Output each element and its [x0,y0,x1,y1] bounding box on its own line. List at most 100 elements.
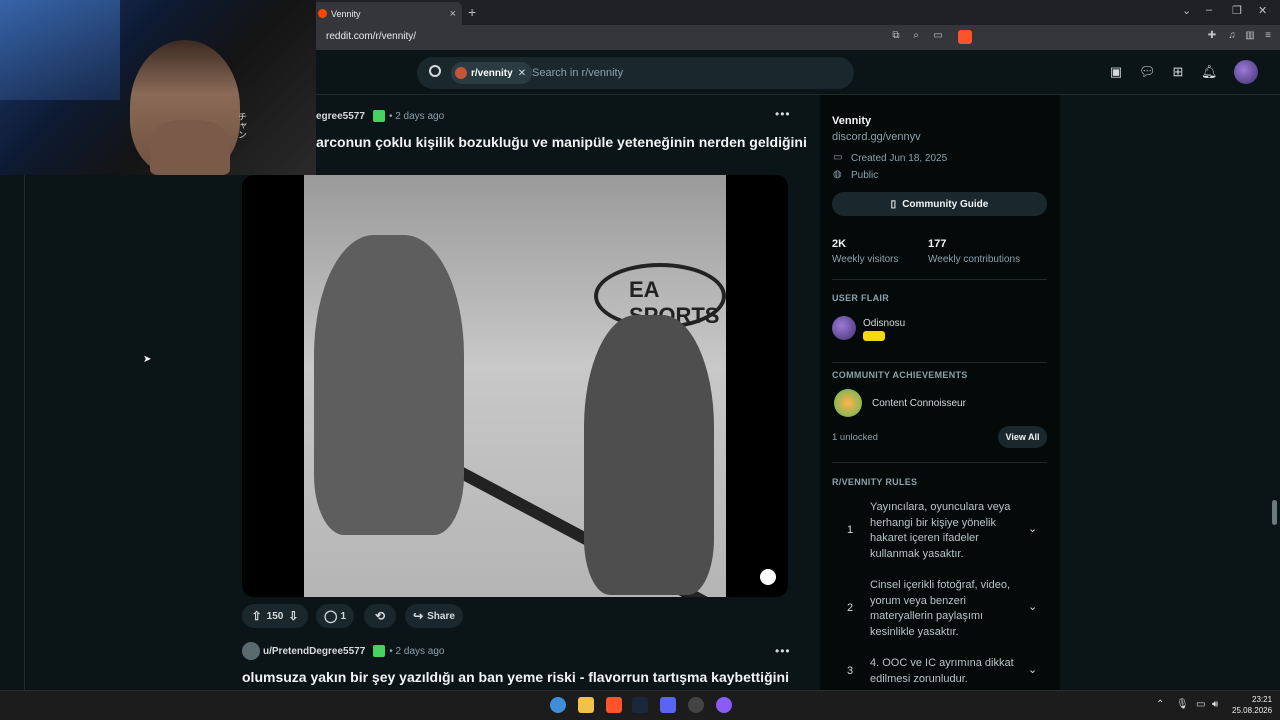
flair-username[interactable]: Odisnosu [863,318,905,329]
upvote-icon[interactable]: ⇧ [252,609,262,623]
discord-icon[interactable] [660,697,676,713]
new-tab-icon[interactable]: + [468,4,476,20]
user-flair-icon [372,110,385,122]
vote-count: 150 [266,610,284,622]
rule-item[interactable]: 3 4. OOC ve IC ayrımına dikkat edilmesi … [832,655,1047,690]
volume-icon[interactable]: 🔊︎ [1212,699,1218,710]
tab-close-icon[interactable]: × [450,8,456,20]
background-poster [0,0,120,100]
browser-tab[interactable]: Vennity × [312,2,462,25]
downvote-icon[interactable]: ⇩ [288,609,298,623]
user-avatar[interactable] [1234,60,1258,84]
post-author-avatar[interactable] [242,642,260,660]
comment-count: 1 [340,610,346,622]
scrollbar-thumb[interactable] [1272,500,1277,525]
post-title[interactable]: olumsuza yakın bir şey yazıldığı an ban … [242,669,789,685]
chevron-down-icon[interactable]: ⌄ [1028,663,1037,676]
extensions-icon[interactable]: ✚ [1206,30,1218,42]
rule-text: 4. OOC ve IC ayrımına dikkat edilmesi zo… [870,657,1014,685]
crosspost-button[interactable]: ⟲ [364,604,396,628]
mouse-cursor-icon: ➤ [143,354,152,365]
chevron-down-icon[interactable]: ⌄ [1028,600,1037,613]
achievement-icon [834,389,862,417]
media-icon[interactable]: ♫ [1226,30,1238,42]
post-video[interactable]: EA SPORTS [242,175,788,597]
subreddit-chip[interactable]: r/vennity ✕ [451,62,533,84]
tab-title: Vennity [331,8,361,19]
rule-number: 3 [847,665,854,677]
search-app-icon[interactable] [550,697,566,713]
minimize-icon[interactable]: – [1206,4,1212,16]
create-post-icon[interactable]: ⊞ [1170,64,1186,80]
clock-time: 23:21 [1252,695,1273,704]
tab-list-icon[interactable]: ⌄ [1182,4,1191,17]
poster-text: チャン [237,112,247,139]
video-frame: EA SPORTS [304,175,726,597]
translate-icon[interactable]: ⧉ [890,30,902,42]
discord-link[interactable]: discord.gg/vennyv [832,131,921,143]
vote-bar: ⇧ 150 ⇩ [242,604,308,628]
post-more-icon[interactable]: ••• [775,644,791,658]
webcam-overlay: チャン [0,0,316,175]
subreddit-chip-label: r/vennity [471,67,513,79]
zoom-icon[interactable]: ⌕ [910,30,922,42]
rule-item[interactable]: 2 Cinsel içerikli fotoğraf, video, yorum… [832,577,1047,647]
post-author[interactable]: u/PretendDegree5577 [263,646,365,657]
post-meta: u/PretendDegree5577 • 2 days ago [263,645,445,657]
community-guide-button[interactable]: ▯ Community Guide [832,192,1047,216]
fighter-right [584,315,714,595]
post-author[interactable]: egree5577 [316,111,365,122]
share-button[interactable]: ↪ Share [405,604,463,628]
flair-badge-icon [863,331,885,341]
flair-avatar [832,316,856,340]
crosspost-icon: ⟲ [374,609,386,623]
tray-overflow-icon[interactable]: ⌃ [1156,699,1164,710]
stat-label: Weekly visitors [832,254,899,265]
sidebar-toggle-icon[interactable]: ▥ [1244,30,1256,42]
view-all-button[interactable]: View All [998,426,1047,448]
file-explorer-icon[interactable] [578,697,594,713]
stat-value: 2K [832,238,847,250]
achievement-name: Content Connoisseur [872,398,966,409]
left-divider [24,175,25,690]
reddit-favicon-icon [318,9,327,18]
comments-button[interactable]: ◯ 1 [316,604,354,628]
stat-label: Weekly contributions [928,254,1021,265]
community-guide-label: Community Guide [902,198,989,210]
community-name: Vennity [832,115,872,127]
mute-icon[interactable] [760,569,776,585]
post-more-icon[interactable]: ••• [775,107,791,121]
stat-value: 177 [928,238,947,250]
globe-icon: ◍ [833,169,842,180]
obs-icon[interactable] [688,697,704,713]
notifications-icon[interactable]: 🔔︎ [1201,64,1218,80]
post-title[interactable]: arconun çoklu kişilik bozukluğu ve manip… [316,134,807,150]
network-icon[interactable]: ▭ [1196,699,1205,710]
search-input[interactable]: Search in r/vennity [532,67,623,79]
window-close-icon[interactable]: ✕ [1258,4,1267,17]
chat-icon[interactable]: 💬︎ [1139,64,1156,80]
cast-icon[interactable]: ▭ [932,30,944,42]
post-meta: egree5577 • 2 days ago [316,110,444,122]
user-flair-icon [373,645,386,657]
advertise-icon[interactable]: ▣ [1108,64,1124,80]
chip-remove-icon[interactable]: ✕ [518,68,526,79]
rule-item[interactable]: 1 Yayıncılara, oyunculara veya herhangi … [832,499,1047,569]
rule-number: 2 [847,602,854,614]
menu-icon[interactable]: ≡ [1262,30,1274,42]
url-field[interactable]: reddit.com/r/vennity/ [326,31,416,42]
streamer-hand [150,120,230,175]
clock-date: 25.08.2026 [1232,706,1273,715]
rule-number: 1 [847,524,854,536]
app-icon[interactable] [716,697,732,713]
maximize-icon[interactable]: ❐ [1232,4,1242,17]
chevron-down-icon[interactable]: ⌄ [1028,522,1037,535]
microphone-icon[interactable]: 🎙︎ [1176,699,1189,710]
search-bar[interactable]: r/vennity ✕ Search in r/vennity [417,57,854,89]
search-icon [429,65,441,77]
steam-icon[interactable] [632,697,648,713]
brave-browser-icon[interactable] [606,697,622,713]
created-date: Created Jun 18, 2025 [851,153,948,164]
brave-shield-icon[interactable] [958,30,972,44]
taskbar-clock[interactable]: 23:21 25.08.2026 [1232,694,1272,716]
